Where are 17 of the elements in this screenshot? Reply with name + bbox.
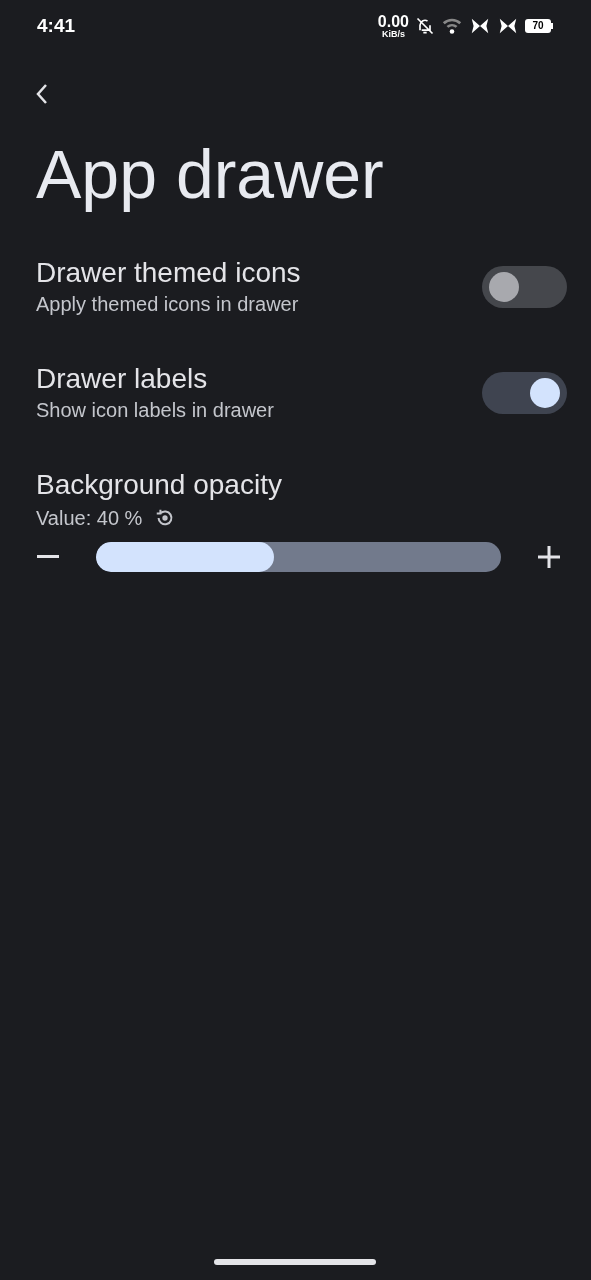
bell-off-icon [415, 16, 435, 36]
setting-title: Drawer themed icons [36, 256, 301, 290]
toggle-switch[interactable] [482, 266, 567, 308]
status-time: 4:41 [37, 13, 76, 38]
network-speed: 0.00 [377, 13, 409, 30]
setting-title: Drawer labels [36, 362, 209, 396]
minus-icon [37, 555, 59, 559]
back-icon [35, 82, 49, 106]
setting-subtitle: Show icon labels in drawer [36, 398, 274, 423]
value-label: Value: 40 % [36, 506, 143, 531]
network-unit: KiB/s [381, 29, 405, 39]
setting-title: Background opacity [36, 468, 283, 502]
opacity-slider[interactable] [96, 542, 501, 572]
plus-icon [538, 546, 560, 568]
battery-level: 70 [532, 21, 544, 31]
setting-subtitle: Apply themed icons in drawer [36, 292, 300, 317]
toggle-switch[interactable] [482, 372, 567, 414]
